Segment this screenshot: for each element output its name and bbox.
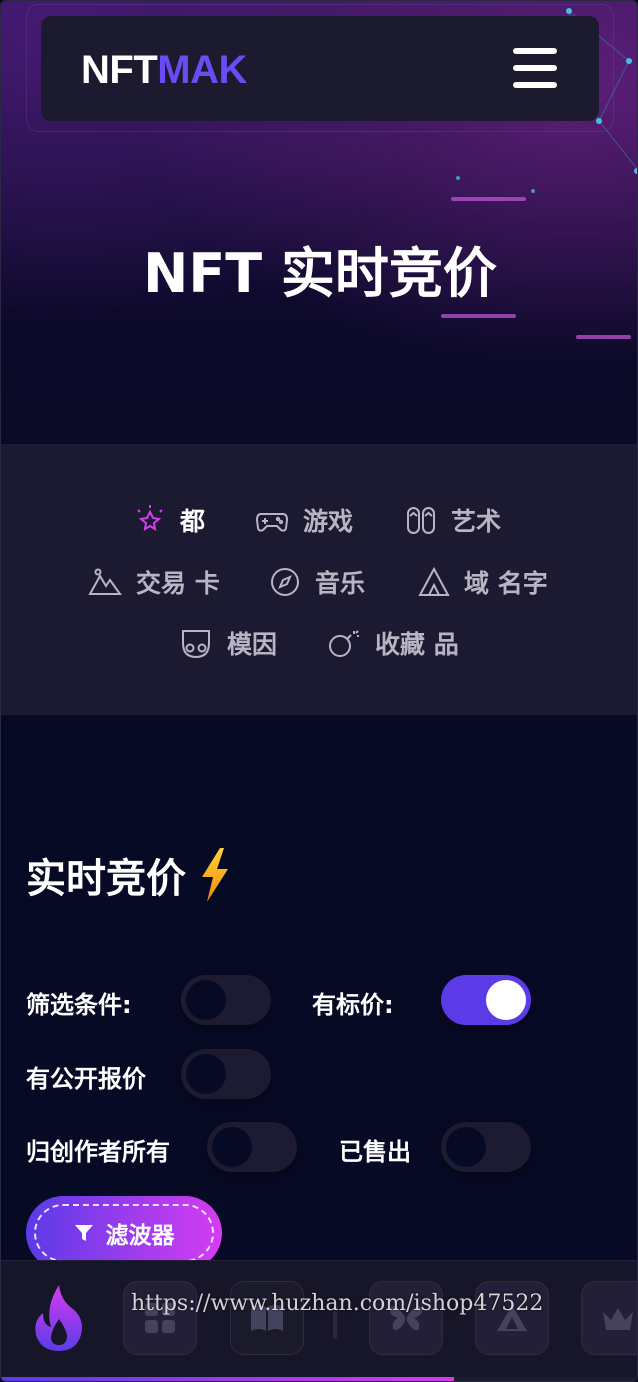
logo-part-1: NFT <box>81 48 158 92</box>
category-label: 游戏 <box>303 507 354 536</box>
section-title-text: 实时竞价 <box>26 856 186 902</box>
hero-deco-dot <box>531 189 535 193</box>
watermark-text: https://www.huzhan.com/ishop47522 <box>131 1291 544 1316</box>
category-label: 模因 <box>227 630 278 659</box>
toggle-public-offer[interactable] <box>181 1049 271 1099</box>
hero-deco-line <box>441 314 516 318</box>
category-label: 音乐 <box>315 569 366 598</box>
category-label: 域 名字 <box>464 569 548 598</box>
hero-banner: NFTMAK NFT 实时竞价 <box>1 1 637 444</box>
navbar: NFTMAK <box>41 16 599 121</box>
scroll-progress-track <box>1 1377 637 1381</box>
gamepad-icon <box>255 513 289 532</box>
filter-button[interactable]: 滤波器 <box>26 1196 222 1270</box>
mountain-icon <box>88 568 122 595</box>
toggle-sold[interactable] <box>441 1122 531 1172</box>
filter-label-public-offer: 有公开报价 <box>26 1065 146 1093</box>
crown-icon <box>603 1308 633 1330</box>
hero-deco-line <box>451 197 526 201</box>
section-title: 实时竞价 <box>26 846 232 904</box>
compass-icon <box>271 568 299 596</box>
category-label: 都 <box>180 507 206 536</box>
mask-icon <box>182 630 210 659</box>
category-games[interactable]: 游戏 <box>255 502 353 538</box>
scroll-progress-fill <box>1 1377 454 1381</box>
toggle-has-price[interactable] <box>441 975 531 1025</box>
hamburger-menu-icon[interactable] <box>513 48 557 88</box>
filter-label-conditions: 筛选条件: <box>26 991 132 1019</box>
category-art[interactable]: 艺术 <box>405 502 501 538</box>
page-title: NFT 实时竞价 <box>143 242 497 305</box>
category-label: 交易 卡 <box>136 569 220 598</box>
category-label: 收藏 品 <box>375 630 459 659</box>
filter-label-owned-by-creator: 归创作者所有 <box>26 1138 170 1166</box>
category-memes[interactable]: 模因 <box>179 625 277 661</box>
brand-logo[interactable]: NFTMAK <box>81 48 247 93</box>
lightning-bolt-icon <box>202 848 228 902</box>
bomb-icon <box>329 630 359 657</box>
bottom-toolbar <box>1 1260 637 1381</box>
filter-button-label: 滤波器 <box>105 1223 175 1249</box>
sparkle-icon <box>137 505 163 531</box>
crown-button[interactable] <box>581 1281 637 1355</box>
category-trading-cards[interactable]: 交易 卡 <box>88 564 220 600</box>
category-all[interactable]: 都 <box>134 502 205 538</box>
funnel-icon <box>74 1225 93 1241</box>
toggle-owned-by-creator[interactable] <box>207 1122 297 1172</box>
category-domain-names[interactable]: 域 名字 <box>418 564 548 600</box>
category-label: 艺术 <box>451 507 502 536</box>
flame-icon[interactable] <box>31 1283 87 1353</box>
tent-icon <box>418 566 450 596</box>
filter-label-has-price: 有标价: <box>312 991 394 1019</box>
toggle-conditions[interactable] <box>181 975 271 1025</box>
logo-part-2: MAK <box>157 48 247 92</box>
category-music[interactable]: 音乐 <box>269 564 365 600</box>
hero-deco-line <box>576 335 631 339</box>
filter-label-sold: 已售出 <box>339 1138 411 1166</box>
page: NFTMAK NFT 实时竞价 都 游戏 艺术 交易 卡 音乐 域 名字 模因 … <box>0 0 638 1382</box>
hero-deco-dot <box>456 176 460 180</box>
category-collectibles[interactable]: 收藏 品 <box>327 625 459 661</box>
category-filter-bar: 都 游戏 艺术 交易 卡 音乐 域 名字 模因 收藏 品 <box>1 444 637 715</box>
flip-flops-icon <box>407 507 435 534</box>
